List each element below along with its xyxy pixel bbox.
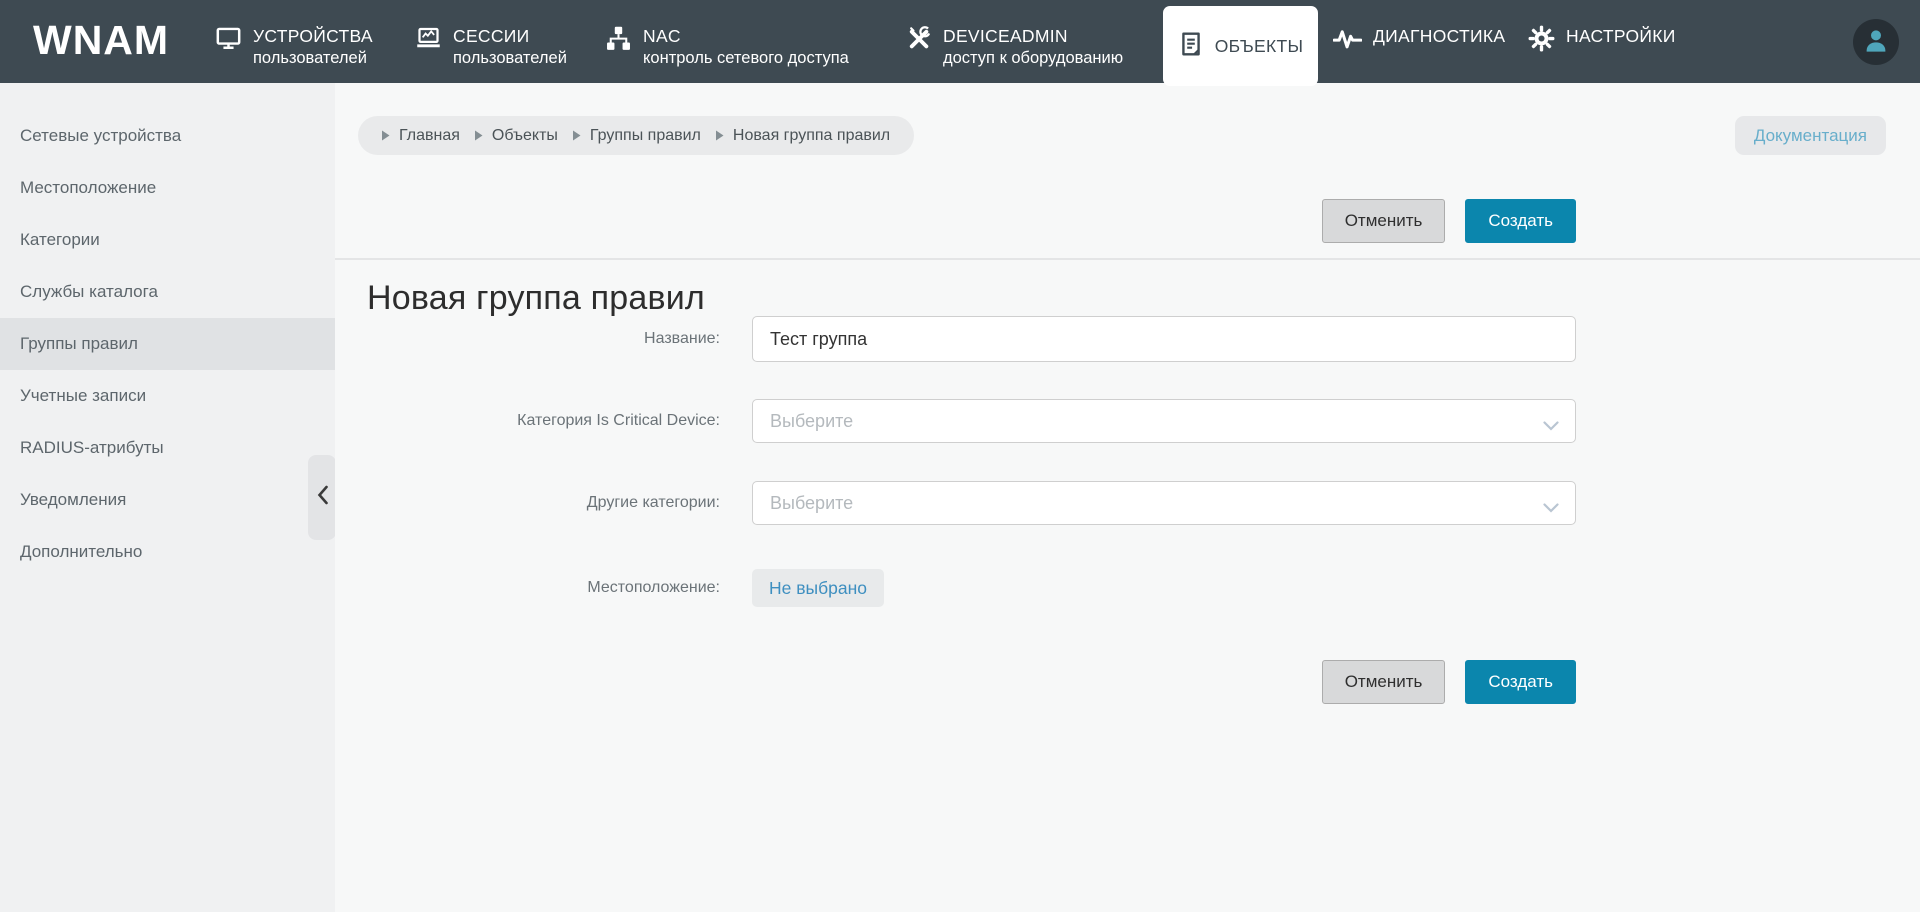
main-content: Главная Объекты Группы правил Новая груп… xyxy=(335,83,1920,912)
sidebar-item-radius-attributes[interactable]: RADIUS-атрибуты xyxy=(0,422,335,474)
form-row-name: Название: xyxy=(335,316,1576,362)
nav-item-label: NAC xyxy=(643,26,849,47)
chevron-down-icon xyxy=(1543,500,1559,518)
tools-icon xyxy=(905,26,932,52)
form-row-location: Местоположение: Не выбрано xyxy=(335,569,1576,607)
nav-item-sublabel: доступ к оборудованию xyxy=(943,47,1123,69)
nav-item-devices[interactable]: УСТРОЙСТВАпользователей xyxy=(215,26,373,69)
sidebar-item-additional[interactable]: Дополнительно xyxy=(0,526,335,578)
nav-item-sessions[interactable]: СЕССИИпользователей xyxy=(415,26,567,69)
rule-group-form: Название: Категория Is Critical Device: … xyxy=(335,316,1576,607)
critical-category-label: Категория Is Critical Device: xyxy=(335,412,752,430)
nav-item-label: СЕССИИ xyxy=(453,26,567,47)
title-divider xyxy=(335,258,1920,260)
app-logo: WNAM xyxy=(33,0,169,83)
nav-item-nac[interactable]: NACконтроль сетевого доступа xyxy=(605,26,849,69)
sidebar-item-accounts[interactable]: Учетные записи xyxy=(0,370,335,422)
sidebar-item-rule-groups[interactable]: Группы правил xyxy=(0,318,335,370)
sidebar-item-notifications[interactable]: Уведомления xyxy=(0,474,335,526)
nav-item-diagnostics[interactable]: ДИАГНОСТИКА xyxy=(1333,26,1505,52)
location-picker-button[interactable]: Не выбрано xyxy=(752,569,884,607)
select-placeholder: Выберите xyxy=(770,411,853,432)
user-avatar[interactable] xyxy=(1853,19,1899,65)
nav-item-sublabel: контроль сетевого доступа xyxy=(643,47,849,69)
caret-right-icon xyxy=(475,130,483,141)
breadcrumb: Главная Объекты Группы правил Новая груп… xyxy=(358,116,914,155)
sidebar: Сетевые устройства Местоположение Катего… xyxy=(0,83,335,912)
caret-right-icon xyxy=(382,130,390,141)
other-categories-select[interactable]: Выберите xyxy=(752,481,1576,525)
nav-item-deviceadmin[interactable]: DEVICEADMINдоступ к оборудованию xyxy=(905,26,1123,69)
nav-item-label: УСТРОЙСТВА xyxy=(253,26,373,47)
sessions-icon xyxy=(415,26,442,52)
gear-icon xyxy=(1528,26,1555,52)
nav-item-objects-active[interactable]: ОБЪЕКТЫ xyxy=(1163,6,1318,86)
form-row-other-categories: Другие категории: Выберите xyxy=(335,481,1576,525)
pulse-icon xyxy=(1333,26,1362,52)
location-label: Местоположение: xyxy=(335,579,752,597)
document-icon xyxy=(1178,31,1204,62)
nav-item-label: ДИАГНОСТИКА xyxy=(1373,26,1505,47)
other-categories-label: Другие категории: xyxy=(335,494,752,512)
breadcrumb-item-new-rule-group[interactable]: Новая группа правил xyxy=(716,127,890,145)
network-icon xyxy=(605,26,632,52)
chevron-left-icon xyxy=(316,485,329,510)
cancel-button[interactable]: Отменить xyxy=(1322,199,1446,243)
sidebar-collapse-button[interactable] xyxy=(308,455,336,540)
sidebar-item-network-devices[interactable]: Сетевые устройства xyxy=(0,110,335,162)
chevron-down-icon xyxy=(1543,418,1559,436)
breadcrumb-item-home[interactable]: Главная xyxy=(382,127,460,145)
nav-item-label: ОБЪЕКТЫ xyxy=(1215,36,1304,57)
sidebar-item-categories[interactable]: Категории xyxy=(0,214,335,266)
nav-item-sublabel: пользователей xyxy=(253,47,373,69)
monitor-icon xyxy=(215,26,242,52)
select-placeholder: Выберите xyxy=(770,493,853,514)
sidebar-item-directory-services[interactable]: Службы каталога xyxy=(0,266,335,318)
form-row-critical-category: Категория Is Critical Device: Выберите xyxy=(335,399,1576,443)
page-title: Новая группа правил xyxy=(367,279,705,318)
name-label: Название: xyxy=(335,330,752,348)
top-navbar: WNAM УСТРОЙСТВАпользователей СЕССИИпольз… xyxy=(0,0,1920,83)
sidebar-item-location[interactable]: Местоположение xyxy=(0,162,335,214)
create-button-bottom[interactable]: Создать xyxy=(1465,660,1576,704)
cancel-button-bottom[interactable]: Отменить xyxy=(1322,660,1446,704)
person-icon xyxy=(1861,25,1891,60)
breadcrumb-item-objects[interactable]: Объекты xyxy=(475,127,558,145)
name-input[interactable] xyxy=(752,316,1576,362)
documentation-link[interactable]: Документация xyxy=(1735,116,1886,155)
critical-category-select[interactable]: Выберите xyxy=(752,399,1576,443)
nav-item-label: НАСТРОЙКИ xyxy=(1566,26,1676,47)
caret-right-icon xyxy=(573,130,581,141)
caret-right-icon xyxy=(716,130,724,141)
breadcrumb-item-rule-groups[interactable]: Группы правил xyxy=(573,127,701,145)
create-button[interactable]: Создать xyxy=(1465,199,1576,243)
nav-item-settings[interactable]: НАСТРОЙКИ xyxy=(1528,26,1676,52)
nav-item-sublabel: пользователей xyxy=(453,47,567,69)
nav-item-label: DEVICEADMIN xyxy=(943,26,1123,47)
